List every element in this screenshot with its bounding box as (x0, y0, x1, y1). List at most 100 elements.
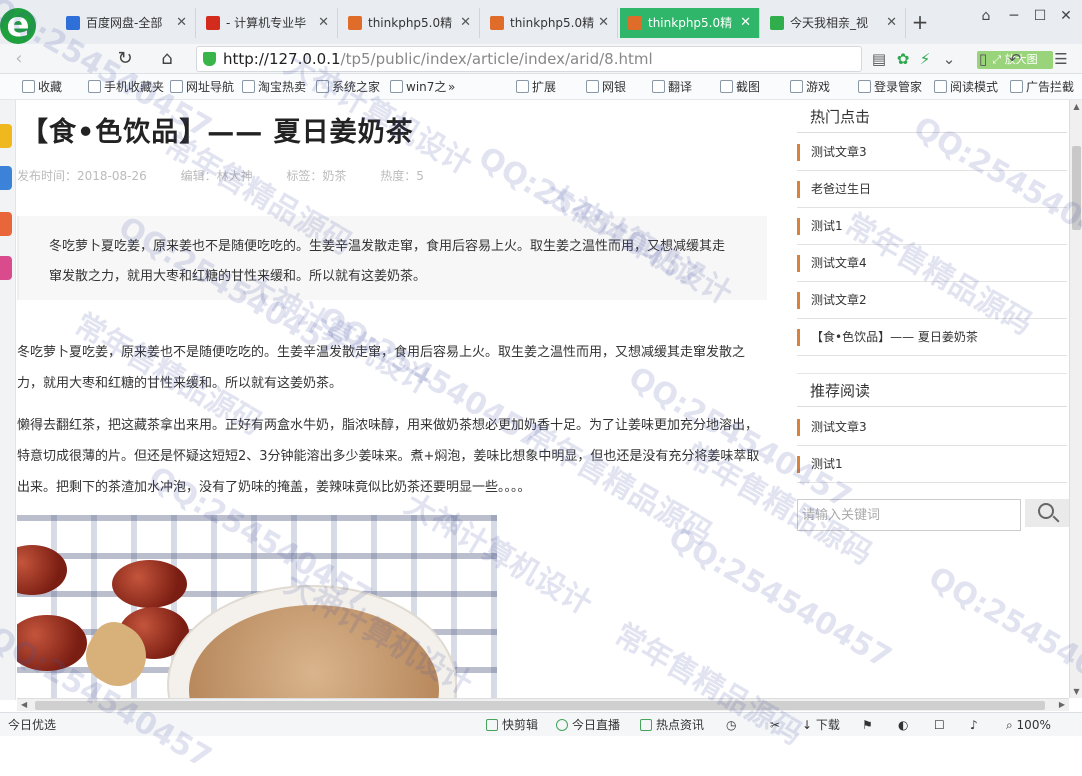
dropdown-chevron-icon[interactable]: ⌄ (938, 48, 960, 70)
back-icon[interactable]: ‹ (6, 46, 32, 72)
browser-tab[interactable]: thinkphp5.0精 ✕ (340, 8, 480, 38)
extension-icon[interactable]: ✿ (892, 48, 914, 70)
browser-tab[interactable]: 今天我相亲_视✕ (762, 8, 906, 38)
tab-label: thinkphp5.0精 (510, 16, 594, 30)
bookmark-item[interactable]: win7之 (390, 74, 446, 100)
new-tab-button[interactable]: + (908, 8, 932, 38)
mobile-icon[interactable]: ▯ (972, 48, 994, 70)
flash-icon[interactable]: ⚡ (914, 48, 936, 70)
sidebar-article-link[interactable]: 测试1 (797, 446, 1067, 483)
side-app-icon[interactable] (0, 166, 12, 190)
bookmark-icon (242, 80, 255, 93)
editor-name: 编辑：林大神 (181, 169, 253, 183)
bookmark-item[interactable]: 网址导航 (170, 74, 234, 100)
undo-icon[interactable]: ↶ (1004, 48, 1026, 70)
sidebar-article-link[interactable]: 测试文章2 (797, 282, 1067, 319)
article-paragraph: 懒得去翻红茶，把这藏茶拿出来用。正好有两盒水牛奶，脂浓味醇，用来做奶茶想必更加奶… (17, 410, 767, 503)
browser-logo-icon[interactable]: e (0, 8, 36, 44)
sidebar-article-link[interactable]: 测试文章4 (797, 245, 1067, 282)
status-browser-icon[interactable]: ◐ (898, 713, 908, 737)
bookmark-item[interactable]: 登录管家 (858, 74, 922, 100)
bookmark-item[interactable]: 游戏 (790, 74, 830, 100)
bookmark-icon (934, 80, 947, 93)
search-button[interactable] (1025, 499, 1069, 527)
reader-icon[interactable]: ▤ (868, 48, 890, 70)
horizontal-scroll-thumb[interactable] (35, 701, 1045, 710)
bookmark-item[interactable]: 阅读模式 (934, 74, 998, 100)
horizontal-scrollbar[interactable]: ◀ ▶ (17, 698, 1069, 711)
bookmark-icon (652, 80, 665, 93)
minimize-icon[interactable]: ─ (1002, 6, 1026, 26)
bookmark-item[interactable]: 手机收藏夹 (88, 74, 164, 100)
vertical-scroll-thumb[interactable] (1072, 146, 1081, 230)
home-icon[interactable]: ⌂ (154, 46, 180, 72)
sidebar-article-link[interactable]: 【食•色饮品】—— 夏日姜奶茶 (797, 319, 1067, 356)
status-sound-icon[interactable]: ♪ (970, 713, 978, 737)
side-app-icon[interactable] (0, 212, 12, 236)
article-meta: 发布时间：2018-08-26 编辑：林大神 标签：奶茶 热度：5 (17, 167, 454, 184)
tab-close-icon[interactable]: ✕ (318, 8, 329, 38)
article-paragraph: 冬吃萝卜夏吃姜，原来姜也不是随便吃吃的。生姜辛温发散走窜，食用后容易上火。取生姜… (17, 337, 767, 399)
status-zoom[interactable]: ⌕ 100% (1006, 713, 1051, 737)
status-scissors-icon[interactable]: ✂ (770, 713, 780, 737)
tab-label: 百度网盘-全部 (86, 16, 162, 30)
bookmark-icon (790, 80, 803, 93)
tab-close-icon[interactable]: ✕ (740, 8, 751, 38)
bookmark-item[interactable]: 扩展 (516, 74, 556, 100)
bookmark-item[interactable]: » (448, 74, 455, 100)
status-item-news[interactable]: 热点资讯 (640, 713, 704, 737)
left-side-strip (0, 100, 16, 700)
status-bar: 今日优选 快剪辑 今日直播 热点资讯 ◷ ✂ ↓ 下载 ⚑ ◐ ☐ ♪ ⌕ 10… (0, 712, 1082, 736)
tab-close-icon[interactable]: ✕ (176, 8, 187, 38)
tab-close-icon[interactable]: ✕ (598, 8, 609, 38)
vertical-scrollbar[interactable]: ▲ ▼ (1069, 100, 1082, 698)
article-tags[interactable]: 标签：奶茶 (286, 169, 346, 183)
article-title: 【食•色饮品】—— 夏日姜奶茶 (21, 110, 414, 149)
sidebar-article-link[interactable]: 测试1 (797, 208, 1067, 245)
skin-icon[interactable]: ⌂ (974, 6, 998, 26)
bookmark-item[interactable]: 广告拦截 (1010, 74, 1074, 100)
bookmark-icon (316, 80, 329, 93)
sidebar-article-link[interactable]: 测试文章3 (797, 134, 1067, 171)
bookmark-item[interactable]: 翻译 (652, 74, 692, 100)
status-item-live[interactable]: 今日直播 (556, 713, 620, 737)
side-app-icon[interactable] (0, 256, 12, 280)
bookmark-item[interactable]: 淘宝热卖 (242, 74, 306, 100)
close-window-icon[interactable]: ✕ (1054, 6, 1078, 26)
tab-label: - 计算机专业毕 (226, 16, 306, 30)
refresh-icon[interactable]: ↻ (112, 46, 138, 72)
status-download[interactable]: ↓ 下载 (802, 713, 840, 737)
sidebar-article-link[interactable]: 老爸过生日 (797, 171, 1067, 208)
browser-tab[interactable]: thinkphp5.0精✕ (620, 8, 760, 38)
maximize-icon[interactable]: ☐ (1028, 6, 1052, 26)
tab-favicon-icon (66, 16, 80, 30)
bookmark-item[interactable]: 网银 (586, 74, 626, 100)
status-window-icon[interactable]: ☐ (934, 713, 945, 737)
article-hotness: 热度：5 (380, 169, 424, 183)
status-acceleration-icon[interactable]: ◷ (726, 713, 736, 737)
tab-label: thinkphp5.0精 (368, 16, 452, 30)
bookmark-icon (22, 80, 35, 93)
browser-tab[interactable]: thinkphp5.0精 ✕ (482, 8, 618, 38)
bookmark-icon (858, 80, 871, 93)
bookmark-item[interactable]: 截图 (720, 74, 760, 100)
address-url[interactable]: http://127.0.0.1/tp5/public/index/articl… (223, 47, 653, 71)
tab-close-icon[interactable]: ✕ (886, 8, 897, 38)
address-bar[interactable]: http://127.0.0.1/tp5/public/index/articl… (196, 46, 862, 72)
bookmark-item[interactable]: 收藏 (22, 74, 62, 100)
browser-tab[interactable]: - 计算机专业毕 ✕ (198, 8, 338, 38)
sidebar-article-link[interactable]: 测试文章3 (797, 409, 1067, 446)
status-today-picks[interactable]: 今日优选 (8, 713, 56, 737)
bookmark-icon (390, 80, 403, 93)
side-app-icon[interactable] (0, 124, 12, 148)
page-content: 【食•色饮品】—— 夏日姜奶茶 发布时间：2018-08-26 编辑：林大神 标… (17, 100, 1069, 698)
status-flag-icon[interactable]: ⚑ (862, 713, 873, 737)
search-input[interactable] (797, 499, 1021, 531)
bookmark-item[interactable]: 系统之家 (316, 74, 380, 100)
status-item-video-edit[interactable]: 快剪辑 (486, 713, 538, 737)
tab-close-icon[interactable]: ✕ (460, 8, 471, 38)
tab-favicon-icon (628, 16, 642, 30)
article-summary: 冬吃萝卜夏吃姜，原来姜也不是随便吃吃的。生姜辛温发散走窜，食用后容易上火。取生姜… (17, 216, 767, 300)
menu-icon[interactable]: ☰ (1050, 48, 1072, 70)
browser-tab[interactable]: 百度网盘-全部 ✕ (58, 8, 196, 38)
